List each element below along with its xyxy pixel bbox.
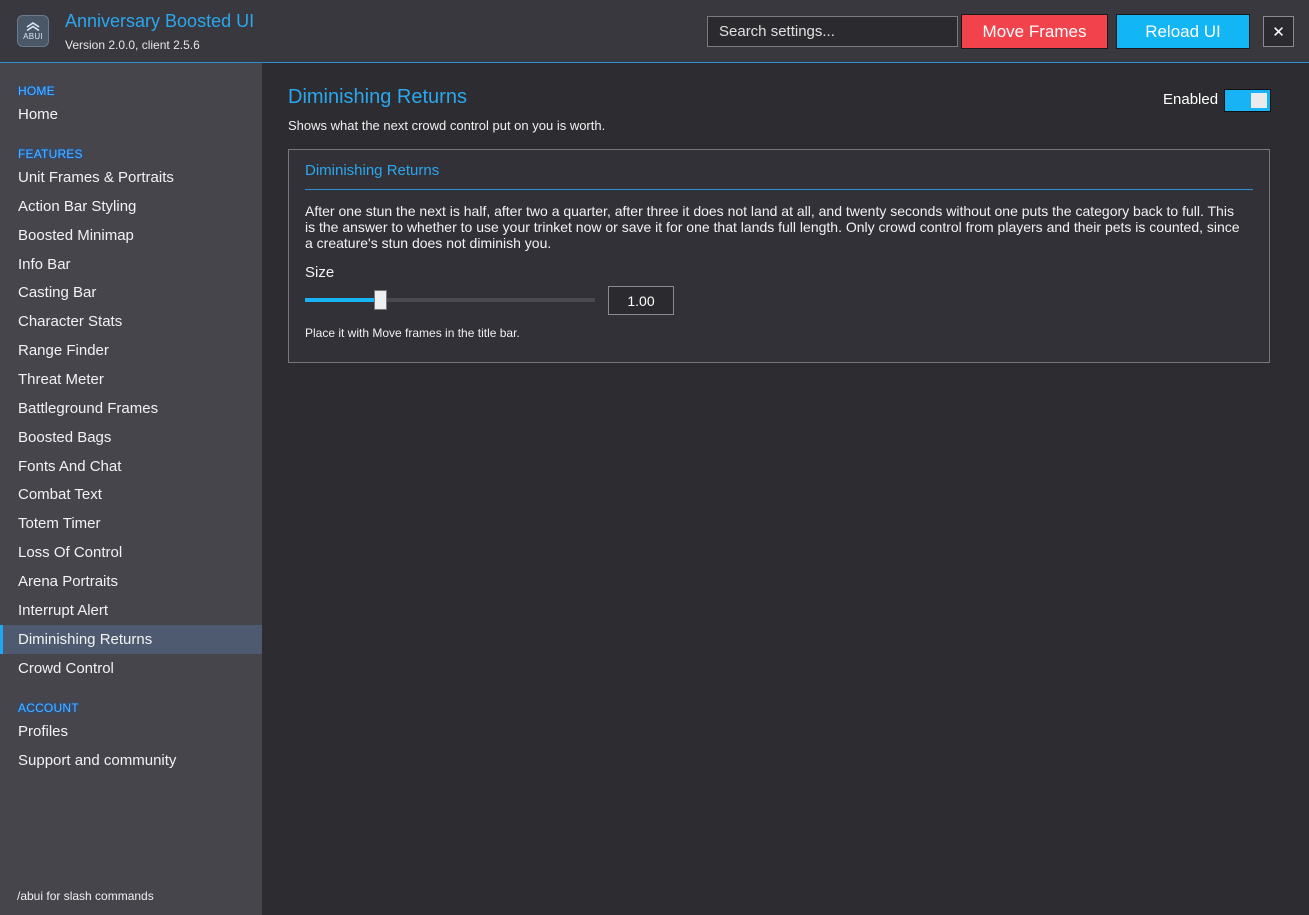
main-content: Diminishing Returns Shows what the next … [262,63,1309,915]
sidebar-item-unit-frames[interactable]: Unit Frames & Portraits [0,163,262,192]
chevron-up-icon [26,21,40,31]
sidebar-item-action-bar-styling[interactable]: Action Bar Styling [0,192,262,221]
sidebar-item-interrupt-alert[interactable]: Interrupt Alert [0,596,262,625]
sidebar-item-battleground-frames[interactable]: Battleground Frames [0,394,262,423]
sidebar-item-character-stats[interactable]: Character Stats [0,307,262,336]
sidebar-item-boosted-minimap[interactable]: Boosted Minimap [0,221,262,250]
page-title: Diminishing Returns [288,86,467,108]
sidebar-item-casting-bar[interactable]: Casting Bar [0,278,262,307]
sidebar-item-range-finder[interactable]: Range Finder [0,336,262,365]
slider-fill [305,298,380,302]
sidebar-section-features: FEATURES [18,147,83,161]
app-version: Version 2.0.0, client 2.5.6 [65,38,200,52]
app-title: Anniversary Boosted UI [65,11,255,31]
move-frames-button[interactable]: Move Frames [961,14,1108,49]
sidebar: HOME Home FEATURES Unit Frames & Portrai… [0,63,262,915]
sidebar-item-info-bar[interactable]: Info Bar [0,250,262,279]
sidebar-item-combat-text[interactable]: Combat Text [0,480,262,509]
sidebar-item-totem-timer[interactable]: Totem Timer [0,509,262,538]
size-slider[interactable] [305,288,595,312]
enabled-toggle[interactable] [1224,89,1271,112]
sidebar-item-boosted-bags[interactable]: Boosted Bags [0,423,262,452]
sidebar-item-arena-portraits[interactable]: Arena Portraits [0,567,262,596]
sidebar-item-profiles[interactable]: Profiles [0,717,262,746]
app-logo: ABUI [17,15,49,47]
settings-panel: Diminishing Returns After one stun the n… [288,149,1270,363]
toggle-knob [1251,93,1267,108]
slider-thumb[interactable] [374,290,387,310]
reload-ui-button[interactable]: Reload UI [1116,14,1250,49]
size-label: Size [305,264,335,281]
sidebar-item-fonts-and-chat[interactable]: Fonts And Chat [0,452,262,481]
close-button[interactable]: ✕ [1263,16,1294,47]
panel-divider [305,189,1253,190]
sidebar-item-threat-meter[interactable]: Threat Meter [0,365,262,394]
sidebar-footer: /abui for slash commands [17,889,154,903]
panel-description: After one stun the next is half, after t… [305,203,1240,251]
logo-text: ABUI [23,31,43,41]
sidebar-section-home: HOME [18,84,55,98]
search-input[interactable] [707,16,958,47]
sidebar-item-home[interactable]: Home [0,100,262,129]
sidebar-item-crowd-control[interactable]: Crowd Control [0,654,262,683]
app-window: ABUI Anniversary Boosted UI Version 2.0.… [0,0,1309,915]
sidebar-item-diminishing-returns[interactable]: Diminishing Returns [0,625,262,654]
sidebar-section-account: ACCOUNT [18,701,79,715]
enabled-label: Enabled [1163,91,1219,108]
close-icon: ✕ [1272,23,1285,41]
sidebar-item-loss-of-control[interactable]: Loss Of Control [0,538,262,567]
size-value-input[interactable] [608,286,674,315]
sidebar-item-support[interactable]: Support and community [0,746,262,775]
title-bar: ABUI Anniversary Boosted UI Version 2.0.… [0,0,1309,63]
panel-title: Diminishing Returns [305,162,440,179]
page-subtitle: Shows what the next crowd control put on… [288,118,606,133]
panel-hint: Place it with Move frames in the title b… [305,326,520,340]
